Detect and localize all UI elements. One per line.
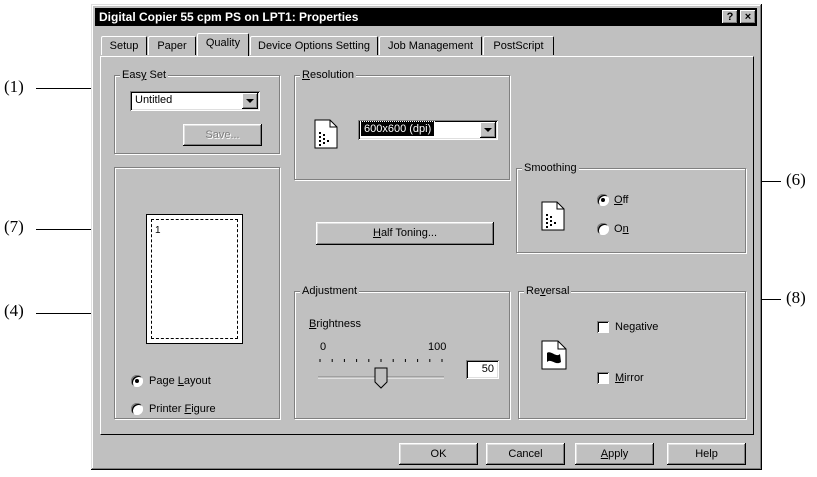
window-title: Digital Copier 55 cpm PS on LPT1: Proper… [99,10,359,24]
smoothing-off-radio[interactable] [597,194,609,206]
brightness-value: 50 [481,363,494,375]
smoothing-legend: Smoothing [522,162,579,174]
help-title-button[interactable]: ? [722,10,738,24]
help-button[interactable]: Help [667,443,746,465]
page-layout-radio[interactable] [131,375,143,387]
brightness-max-label: 100 [428,341,447,353]
page-layout-label: Page Layout [149,375,211,387]
smoothing-off-label: Off [614,194,629,206]
slider-thumb[interactable] [374,367,388,389]
chevron-down-icon[interactable] [480,122,496,138]
reversal-page-icon [541,340,567,370]
ok-button[interactable]: OK [399,443,478,465]
negative-label: Negative [615,321,659,333]
tab-job-management[interactable]: Job Management [379,36,482,55]
tab-quality[interactable]: Quality [197,33,249,56]
easy-set-value: Untitled [135,94,173,106]
adjustment-legend: Adjustment [300,285,360,297]
callout-7: (7) [4,217,24,236]
chevron-down-icon[interactable] [242,93,258,109]
brightness-slider[interactable] [316,355,448,395]
easy-set-legend: Easy Set [120,69,169,81]
brightness-min-label: 0 [320,341,327,353]
printer-figure-radio[interactable] [131,403,143,415]
resolution-value: 600x600 (dpi) [359,121,436,137]
close-button[interactable]: × [740,10,756,24]
easy-set-select[interactable]: Untitled [130,91,260,111]
reversal-legend: Reversal [524,285,572,297]
half-toning-button[interactable]: Half Toning... [316,222,494,245]
mirror-checkbox[interactable] [597,372,609,384]
apply-button[interactable]: Apply [575,443,654,465]
resolution-dots-icon [314,119,338,149]
cancel-button[interactable]: Cancel [486,443,565,465]
callout-1: (1) [4,77,24,96]
save-button[interactable]: Save... [183,124,262,146]
brightness-value-field[interactable]: 50 [466,360,499,379]
smoothing-on-radio[interactable] [597,223,609,235]
tab-device-options-setting[interactable]: Device Options Setting [250,36,378,55]
tab-setup[interactable]: Setup [101,36,147,55]
smoothing-dots-icon [541,201,565,231]
title-bar: Digital Copier 55 cpm PS on LPT1: Proper… [95,8,757,26]
page-number: 1 [155,225,161,236]
mirror-label: Mirror [615,372,644,384]
page-preview: 1 [146,214,243,344]
brightness-label: Brightness [309,318,361,330]
callout-8: (8) [786,288,806,307]
callout-4: (4) [4,301,24,320]
printable-area [151,219,238,339]
callout-6: (6) [786,170,806,189]
tab-postscript[interactable]: PostScript [483,36,554,55]
resolution-select[interactable]: 600x600 (dpi) [358,120,498,140]
tab-paper[interactable]: Paper [148,36,196,55]
smoothing-on-label: On [614,223,629,235]
negative-checkbox[interactable] [597,321,609,333]
resolution-legend: Resolution [300,69,356,81]
printer-figure-label: Printer Figure [149,403,216,415]
